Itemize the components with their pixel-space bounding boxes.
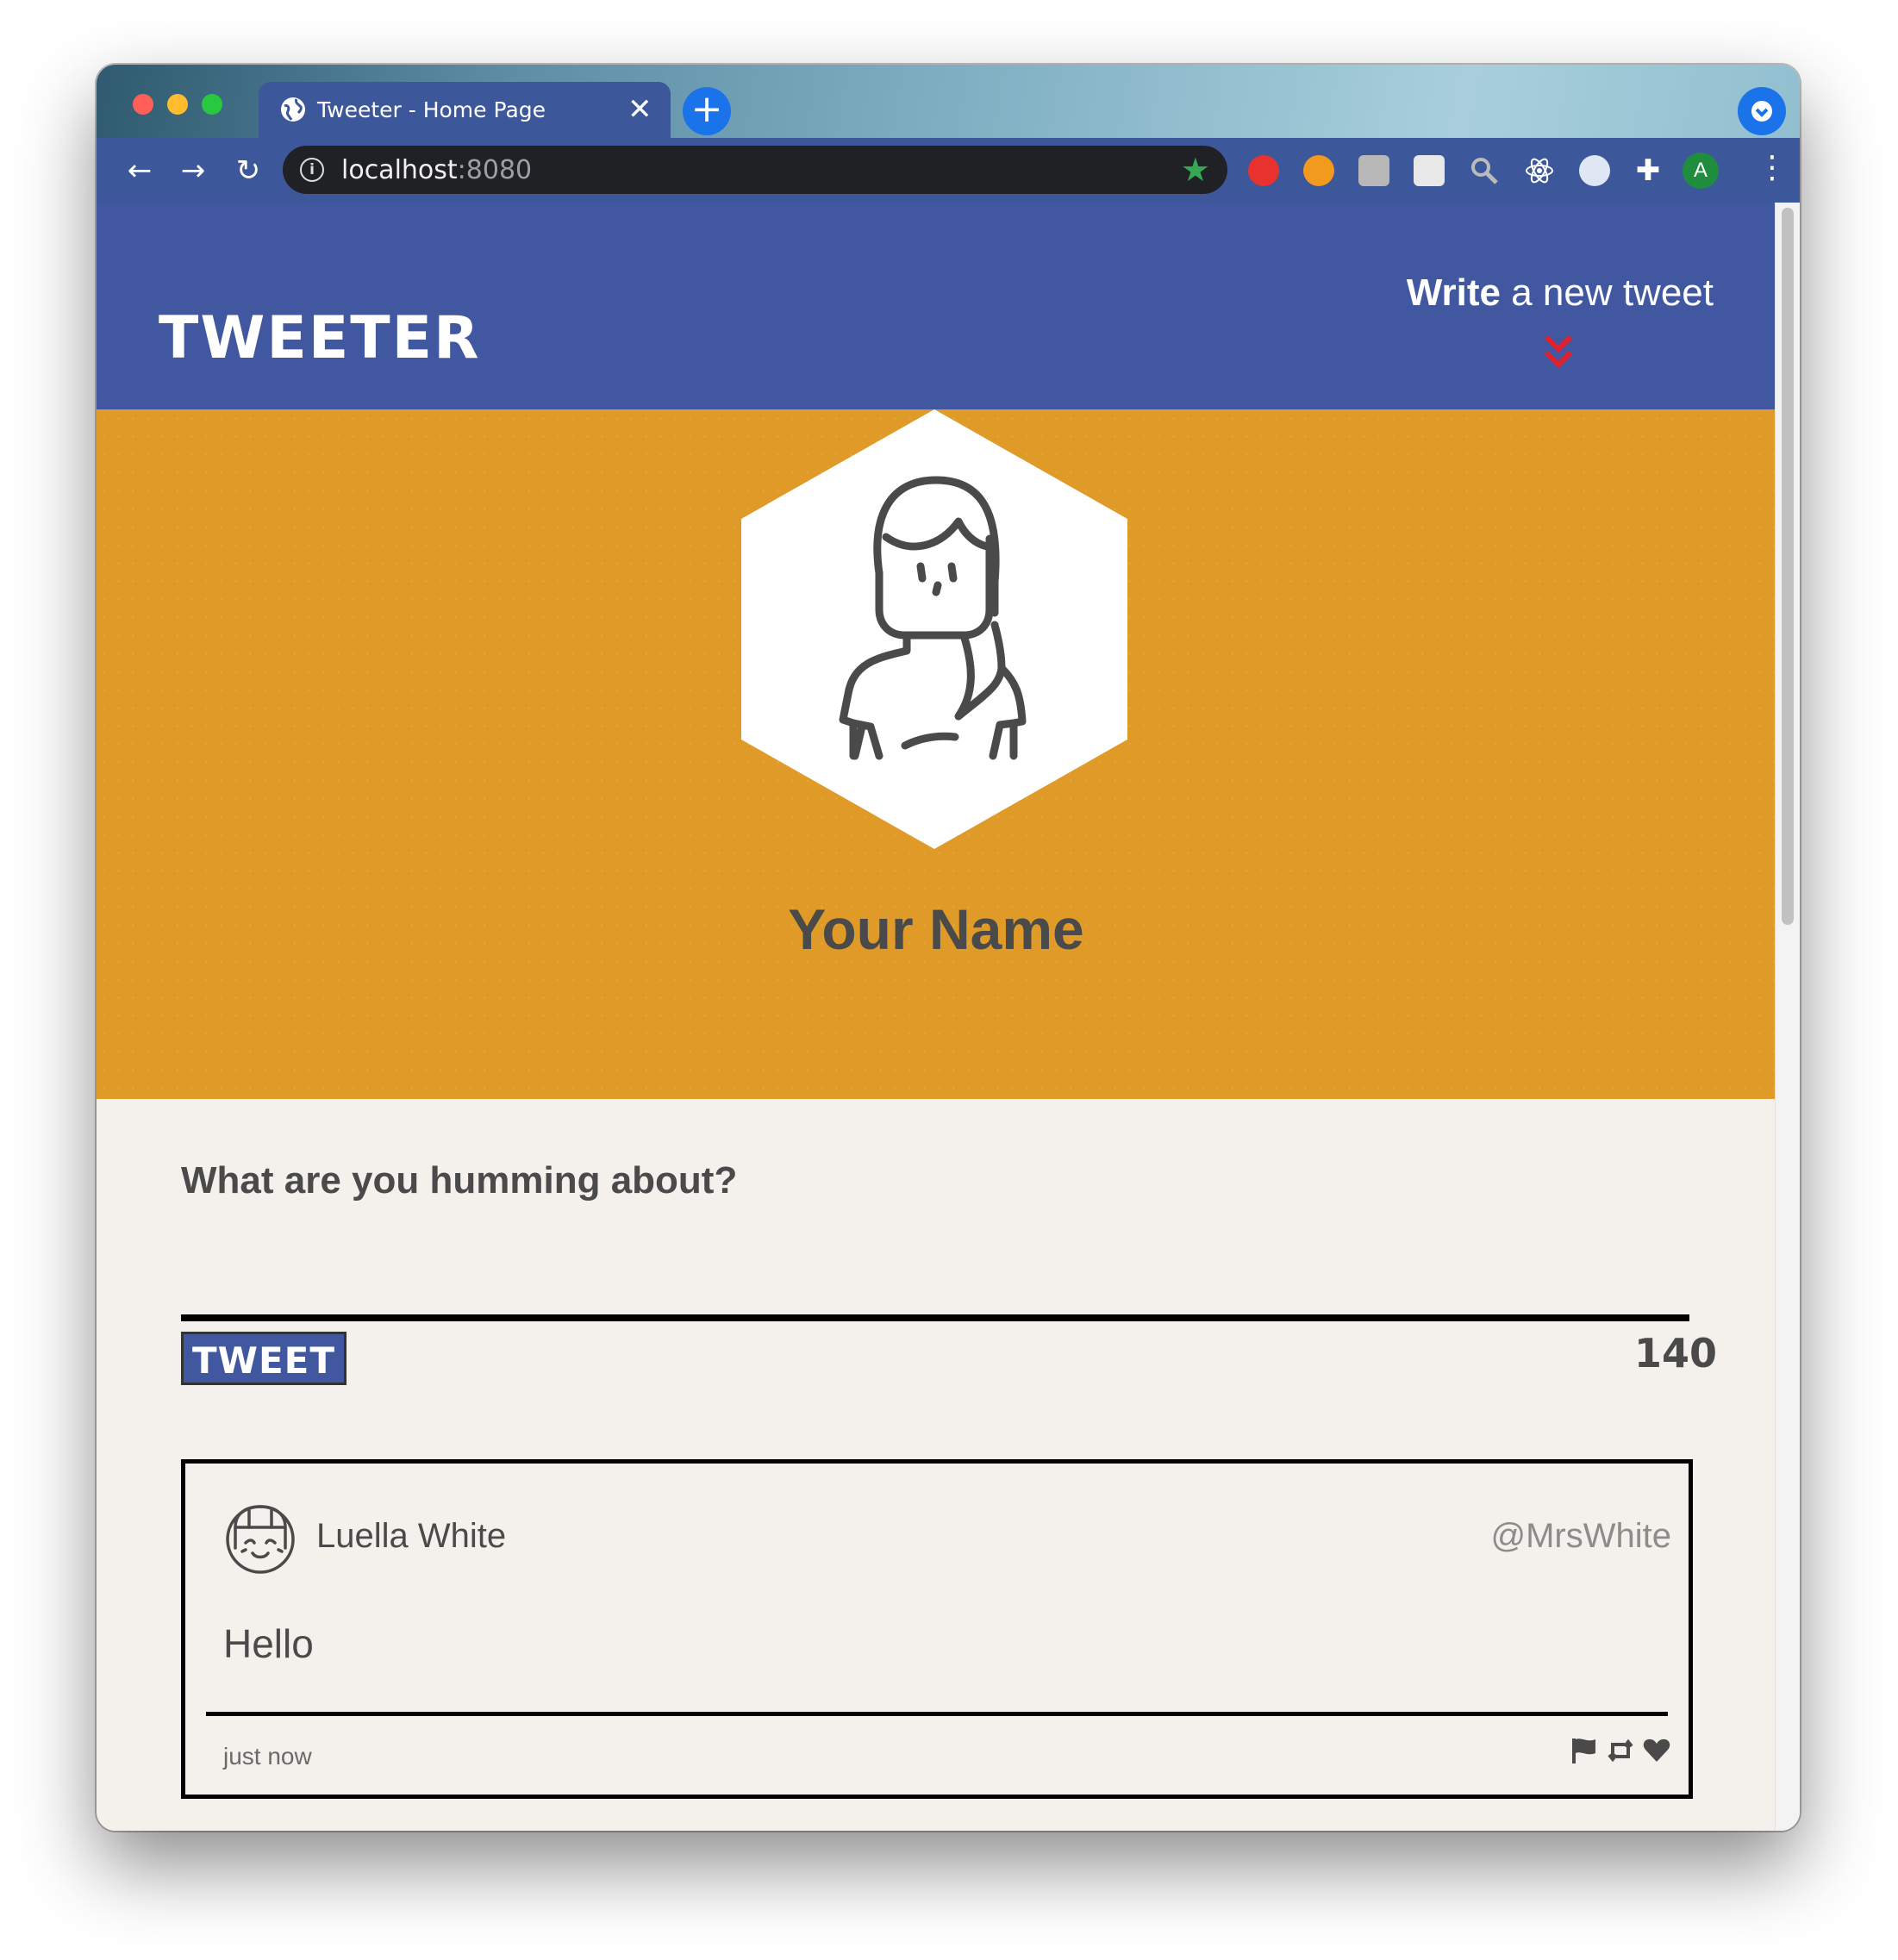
play-extension-icon[interactable] bbox=[1303, 155, 1334, 186]
scrollbar-thumb[interactable] bbox=[1782, 208, 1794, 925]
tweet-submit-button[interactable]: TWEET bbox=[181, 1332, 347, 1385]
profile-header: Your Name bbox=[97, 409, 1776, 1099]
compose-rest: a new tweet bbox=[1500, 272, 1714, 314]
close-window-button[interactable] bbox=[133, 94, 153, 115]
new-tab-button[interactable]: + bbox=[683, 87, 731, 135]
compose-bold: Write bbox=[1406, 272, 1501, 314]
composer-textarea-underline[interactable] bbox=[181, 1314, 1689, 1321]
circle-extension-icon[interactable] bbox=[1579, 155, 1610, 186]
tweet-content: Hello bbox=[223, 1621, 314, 1666]
address-bar[interactable]: i localhost:8080 ★ bbox=[283, 146, 1227, 194]
browser-menu-icon[interactable]: ⋮ bbox=[1757, 150, 1788, 185]
chevron-down-icon bbox=[1751, 101, 1772, 122]
tab-bar: Tweeter - Home Page ✕ + bbox=[97, 65, 1800, 138]
browser-tab[interactable]: Tweeter - Home Page ✕ bbox=[259, 82, 671, 138]
maximize-window-button[interactable] bbox=[202, 94, 222, 115]
minimize-window-button[interactable] bbox=[167, 94, 188, 115]
reader-extension-icon[interactable] bbox=[1414, 155, 1445, 186]
tweet-author-name: Luella White bbox=[316, 1517, 507, 1555]
avatar-icon bbox=[226, 1505, 295, 1574]
browser-window: Tweeter - Home Page ✕ + ← → ↻ i localhos… bbox=[97, 65, 1800, 1831]
composer-heading: What are you humming about? bbox=[181, 1159, 738, 1202]
back-button[interactable]: ← bbox=[122, 153, 157, 188]
tweet-author-handle: @MrsWhite bbox=[1490, 1517, 1672, 1555]
star-icon[interactable]: ★ bbox=[1181, 151, 1210, 190]
tab-search-button[interactable] bbox=[1738, 87, 1786, 135]
tweet-timestamp: just now bbox=[223, 1743, 312, 1770]
character-counter: 140 bbox=[1633, 1330, 1717, 1376]
forward-button[interactable]: → bbox=[176, 153, 210, 188]
puzzle-icon[interactable]: ✚ bbox=[1633, 155, 1664, 186]
flag-icon[interactable] bbox=[1570, 1736, 1599, 1765]
globe-icon bbox=[281, 97, 305, 122]
browser-toolbar: ← → ↻ i localhost:8080 ★ ✚ A ⋮ bbox=[97, 138, 1800, 203]
profile-avatar-icon bbox=[741, 409, 1127, 849]
adblock-extension-icon[interactable] bbox=[1248, 155, 1279, 186]
tweet-article: Luella White @MrsWhite Hello just now bbox=[181, 1459, 1693, 1799]
tab-title: Tweeter - Home Page bbox=[317, 97, 546, 122]
tweet-actions bbox=[1570, 1736, 1671, 1765]
site-nav: TWEETER Write a new tweet bbox=[97, 203, 1776, 409]
url-port: :8080 bbox=[457, 155, 533, 185]
page-scrollbar[interactable] bbox=[1775, 203, 1800, 1831]
heart-icon[interactable] bbox=[1642, 1736, 1671, 1765]
profile-avatar[interactable]: A bbox=[1683, 153, 1719, 189]
double-chevron-down-icon[interactable] bbox=[1541, 334, 1576, 370]
kanji-extension-icon[interactable] bbox=[1358, 155, 1389, 186]
profile-name: Your Name bbox=[788, 897, 1084, 961]
write-new-tweet-link[interactable]: Write a new tweet bbox=[1407, 272, 1714, 315]
site-logo[interactable]: TWEETER bbox=[159, 304, 481, 372]
react-devtools-icon[interactable] bbox=[1524, 155, 1555, 186]
tweet-divider bbox=[206, 1712, 1668, 1716]
zoom-extension-icon[interactable] bbox=[1469, 155, 1500, 186]
info-icon[interactable]: i bbox=[300, 158, 324, 182]
tab-close-icon[interactable]: ✕ bbox=[627, 92, 652, 127]
reload-button[interactable]: ↻ bbox=[231, 153, 265, 188]
url-text: localhost:8080 bbox=[341, 155, 532, 185]
page-viewport: TWEETER Write a new tweet Your Name What… bbox=[97, 203, 1800, 1831]
url-host: localhost bbox=[341, 155, 458, 185]
retweet-icon[interactable] bbox=[1606, 1736, 1635, 1765]
